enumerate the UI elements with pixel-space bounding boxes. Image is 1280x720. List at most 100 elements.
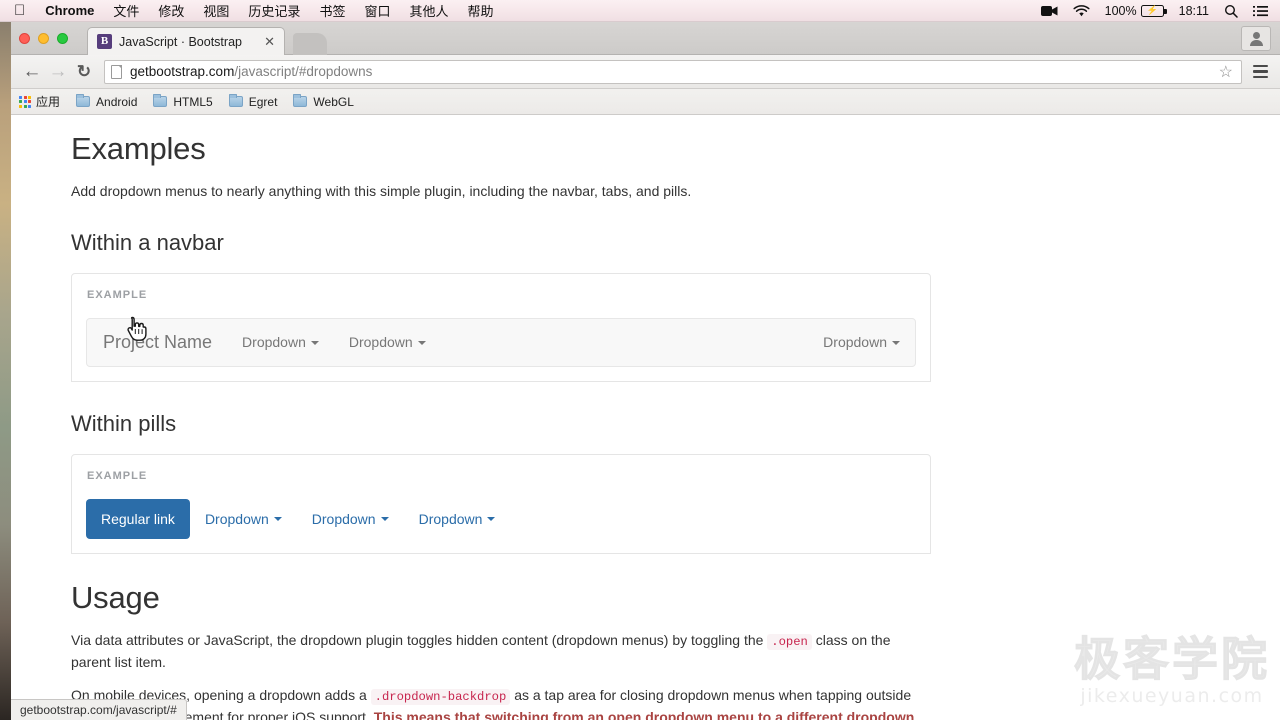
address-bar-url: getbootstrap.com/javascript/#dropdowns: [130, 64, 372, 79]
navbar-dropdown-label: Dropdown: [348, 334, 413, 350]
bookmark-webgl[interactable]: WebGL: [293, 94, 354, 109]
menu-bar-status-items: 100% ⚡ 18:11: [1026, 4, 1280, 18]
folder-icon: [76, 94, 91, 107]
heading-within-a-navbar: Within a navbar: [71, 230, 224, 255]
pill-regular-link[interactable]: Regular link: [86, 499, 190, 539]
demo-pills-nav: Regular link Dropdown Dropdown Dropdown: [86, 499, 916, 539]
bookmark-html5[interactable]: HTML5: [153, 94, 213, 109]
demo-navbar: Project Name Dropdown Dropdown Dropdown: [86, 318, 916, 367]
video-camera-icon[interactable]: [1040, 5, 1058, 17]
bootstrap-favicon-icon: B: [97, 34, 112, 49]
pill-dropdown-2[interactable]: Dropdown: [297, 499, 404, 539]
wifi-icon[interactable]: [1073, 4, 1090, 17]
profile-avatar-icon: [1249, 31, 1263, 46]
examples-intro-text: Add dropdown menus to nearly anything wi…: [71, 183, 692, 199]
pill-dropdown-label: Dropdown: [311, 511, 376, 527]
tab-title: JavaScript · Bootstrap: [119, 34, 242, 49]
menu-item-file[interactable]: 文件: [113, 1, 139, 20]
url-path: /javascript/#dropdowns: [234, 64, 373, 79]
spotlight-search-icon[interactable]: [1224, 4, 1238, 18]
forward-arrow-icon[interactable]: →: [45, 61, 71, 83]
menu-item-view[interactable]: 视图: [203, 1, 229, 20]
star-icon[interactable]: ☆: [1219, 62, 1235, 82]
bookmark-android[interactable]: Android: [76, 94, 138, 109]
bookmarks-bar: 应用 Android HTML5 Egret WebGL: [11, 89, 1280, 115]
docs-content-column: Examples Add dropdown menus to nearly an…: [71, 129, 931, 720]
profile-avatar-button[interactable]: [1241, 26, 1271, 51]
url-host: getbootstrap.com: [130, 64, 235, 79]
heading-usage: Usage: [71, 580, 160, 615]
usage-paragraph-2: On mobile devices, opening a dropdown ad…: [71, 685, 931, 720]
desktop-wallpaper-strip: [0, 22, 11, 720]
battery-status[interactable]: 100% ⚡: [1104, 3, 1167, 18]
menu-item-people[interactable]: 其他人: [409, 1, 448, 20]
caret-down-icon: [310, 340, 319, 345]
bookmark-label: Egret: [248, 94, 278, 109]
bookmark-label: 应用: [36, 95, 61, 109]
usage-paragraph-1: Via data attributes or JavaScript, the d…: [71, 630, 931, 672]
browser-toolbar: ← → ↻ getbootstrap.com/javascript/#dropd…: [11, 55, 1280, 89]
address-bar[interactable]: getbootstrap.com/javascript/#dropdowns ☆: [104, 59, 1242, 84]
macos-menu-bar:  Chrome 文件 修改 视图 历史记录 书签 窗口 其他人 帮助: [0, 0, 1280, 22]
notification-center-icon[interactable]: [1253, 5, 1268, 17]
pill-dropdown-label: Dropdown: [204, 511, 269, 527]
apple-logo-icon[interactable]: : [14, 3, 25, 18]
navbar-dropdown-right[interactable]: Dropdown: [808, 318, 915, 367]
bookmark-label: WebGL: [313, 94, 354, 109]
caret-down-icon: [380, 517, 389, 521]
page-document-icon: [111, 64, 122, 79]
folder-icon: [293, 94, 308, 107]
usage-p1-before: Via data attributes or JavaScript, the d…: [71, 632, 764, 648]
navbar-dropdown-1[interactable]: Dropdown: [227, 318, 334, 367]
minimize-window-button[interactable]: [38, 33, 49, 44]
battery-percent-label: 100%: [1104, 3, 1137, 18]
folder-icon: [228, 94, 243, 107]
reload-icon[interactable]: ↻: [71, 62, 97, 82]
hamburger-menu-icon[interactable]: [1248, 64, 1272, 79]
navbar-dropdown-2[interactable]: Dropdown: [334, 318, 441, 367]
pills-example-box: Regular link Dropdown Dropdown Dropdown: [71, 454, 931, 554]
bookmark-label: Android: [96, 94, 138, 109]
close-window-button[interactable]: [19, 33, 30, 44]
clock-label[interactable]: 18:11: [1179, 4, 1209, 18]
pill-dropdown-1[interactable]: Dropdown: [190, 499, 297, 539]
tab-strip: B JavaScript · Bootstrap ✕: [11, 22, 1280, 55]
apps-grid-icon: [19, 95, 31, 108]
code-open-class: .open: [767, 634, 812, 650]
menu-item-window[interactable]: 窗口: [364, 1, 390, 20]
link-status-bubble: getbootstrap.com/javascript/#: [11, 699, 187, 720]
page-title-examples: Examples: [71, 131, 206, 166]
screen-root:  Chrome 文件 修改 视图 历史记录 书签 窗口 其他人 帮助: [0, 0, 1280, 720]
caret-down-icon: [417, 340, 426, 345]
navbar-dropdown-label: Dropdown: [242, 334, 306, 350]
chrome-browser-window: B JavaScript · Bootstrap ✕ ← → ↻ getboot…: [11, 22, 1280, 720]
bookmark-egret[interactable]: Egret: [228, 94, 278, 109]
menu-item-bookmarks[interactable]: 书签: [319, 1, 345, 20]
pill-dropdown-label: Dropdown: [418, 511, 483, 527]
navbar-example-box: Project Name Dropdown Dropdown Dropdown: [71, 273, 931, 382]
new-tab-button[interactable]: [293, 33, 327, 55]
menu-item-help[interactable]: 帮助: [467, 1, 493, 20]
browser-tab-bootstrap[interactable]: B JavaScript · Bootstrap ✕: [87, 27, 285, 55]
page-viewport[interactable]: Examples Add dropdown menus to nearly an…: [11, 115, 1280, 720]
folder-icon: [153, 94, 168, 107]
back-arrow-icon[interactable]: ←: [19, 61, 45, 83]
maximize-window-button[interactable]: [57, 33, 68, 44]
bootstrap-docs-page: Examples Add dropdown menus to nearly an…: [11, 115, 1280, 720]
close-tab-icon[interactable]: ✕: [261, 34, 278, 50]
menu-item-edit[interactable]: 修改: [158, 1, 184, 20]
caret-down-icon: [487, 517, 496, 521]
pill-dropdown-3[interactable]: Dropdown: [404, 499, 511, 539]
menu-bar-items:  Chrome 文件 修改 视图 历史记录 书签 窗口 其他人 帮助: [0, 1, 513, 20]
navbar-dropdown-label: Dropdown: [823, 334, 887, 350]
navbar-brand[interactable]: Project Name: [88, 318, 227, 367]
heading-within-pills: Within pills: [71, 411, 177, 436]
window-controls: [19, 33, 68, 44]
bookmark-apps[interactable]: 应用: [19, 93, 60, 110]
battery-charging-icon: ⚡: [1140, 4, 1167, 17]
menu-item-history[interactable]: 历史记录: [248, 1, 300, 20]
menu-item-chrome[interactable]: Chrome: [45, 3, 94, 18]
bookmark-label: HTML5: [173, 94, 213, 109]
caret-down-icon: [892, 340, 900, 345]
code-dropdown-backdrop-class: .dropdown-backdrop: [370, 689, 511, 705]
